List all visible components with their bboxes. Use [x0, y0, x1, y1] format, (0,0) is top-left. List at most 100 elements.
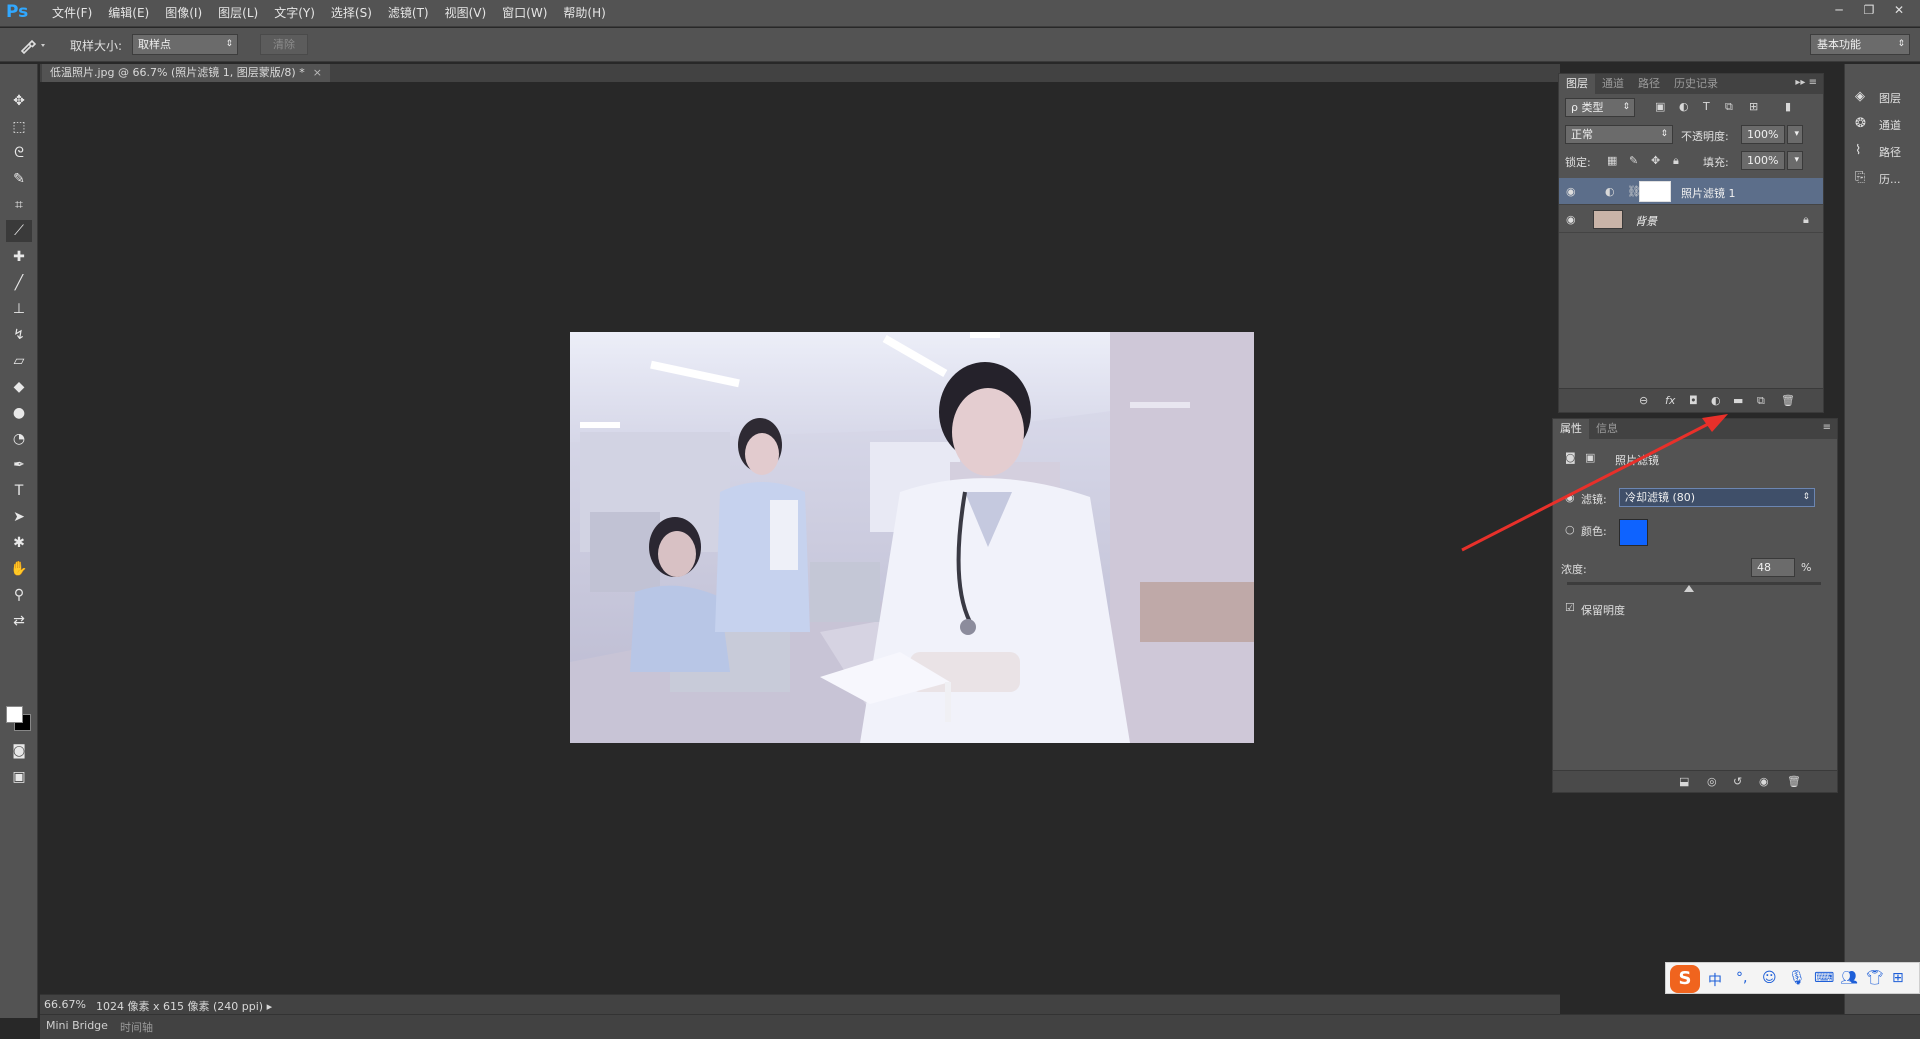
density-input[interactable]: 48	[1751, 558, 1795, 577]
healing-tool-icon[interactable]: ✚	[6, 246, 32, 268]
filter-radio[interactable]: ◉	[1565, 491, 1575, 504]
microphone-icon[interactable]: 🎙︎	[1788, 970, 1806, 986]
eyedropper-icon[interactable]	[16, 34, 52, 56]
shape-tool-icon[interactable]: ✱	[6, 532, 32, 554]
close-tab-icon[interactable]: ×	[313, 66, 322, 79]
reset-icon[interactable]: ↺	[1733, 775, 1742, 788]
stamp-tool-icon[interactable]: ⊥	[6, 298, 32, 320]
emoji-icon[interactable]: ☺	[1762, 970, 1777, 986]
clip-to-layer-icon[interactable]: ⬓	[1679, 775, 1689, 788]
layer-name[interactable]: 背景	[1635, 213, 1657, 229]
eyedropper-tool-icon[interactable]: ⟋	[6, 220, 32, 242]
lock-transparent-icon[interactable]: ▦	[1607, 154, 1617, 167]
folder-icon[interactable]: ▬	[1733, 394, 1743, 407]
punctuation-icon[interactable]: °,	[1736, 970, 1747, 986]
tab-paths[interactable]: 路径	[1631, 74, 1667, 94]
tab-channels[interactable]: 通道	[1595, 74, 1631, 94]
density-slider-track[interactable]	[1567, 582, 1821, 585]
blend-mode-select[interactable]: 正常 ⇕	[1565, 125, 1673, 144]
visibility-eye-icon[interactable]: ◉	[1566, 185, 1576, 198]
swap-colors-icon[interactable]: ⇄	[6, 610, 32, 632]
sample-size-select[interactable]: 取样点 ⇕	[132, 34, 238, 55]
pen-tool-icon[interactable]: ✒	[6, 454, 32, 476]
color-swatch[interactable]	[1619, 519, 1648, 546]
zoom-level[interactable]: 66.67%	[44, 998, 86, 1011]
tab-mini-bridge[interactable]: Mini Bridge	[46, 1019, 108, 1032]
canvas-area[interactable]	[40, 82, 1560, 996]
layer-name[interactable]: 照片滤镜 1	[1681, 185, 1736, 201]
menu-window[interactable]: 窗口(W)	[494, 0, 555, 27]
fill-dropdown[interactable]: ▾	[1787, 151, 1803, 170]
menu-help[interactable]: 帮助(H)	[555, 0, 613, 27]
menu-image[interactable]: 图像(I)	[157, 0, 210, 27]
close-button[interactable]: ✕	[1884, 0, 1914, 20]
color-radio[interactable]: ○	[1565, 523, 1575, 536]
lock-position-icon[interactable]: ✥	[1651, 154, 1660, 167]
skin-icon[interactable]: 👕︎	[1866, 970, 1884, 986]
quick-select-tool-icon[interactable]: ✎	[6, 168, 32, 190]
mask-icon[interactable]: ◘	[1689, 394, 1698, 407]
trash-icon[interactable]: 🗑︎	[1787, 775, 1801, 788]
tab-info[interactable]: 信息	[1589, 419, 1625, 439]
screen-mode-icon[interactable]: ▣	[6, 766, 32, 788]
dock-history[interactable]: ⎘ 历...	[1845, 165, 1919, 191]
tab-timeline[interactable]: 时间轴	[120, 1019, 153, 1035]
grid-icon[interactable]: ⊞	[1892, 970, 1904, 986]
dock-channels[interactable]: ❂ 通道	[1845, 111, 1919, 137]
preserve-checkbox[interactable]: ☑	[1565, 601, 1575, 614]
view-previous-icon[interactable]: ◎	[1707, 775, 1717, 788]
opacity-dropdown[interactable]: ▾	[1787, 125, 1803, 144]
keyboard-icon[interactable]: ⌨	[1814, 970, 1834, 986]
lock-all-icon[interactable]: 🔒︎	[1673, 154, 1679, 168]
filter-toggle-icon[interactable]: ▮	[1785, 100, 1791, 113]
blur-tool-icon[interactable]: ●	[6, 402, 32, 424]
filter-select[interactable]: 冷却滤镜 (80) ⇕	[1619, 488, 1815, 507]
foreground-color-swatch[interactable]	[6, 706, 23, 723]
path-select-tool-icon[interactable]: ➤	[6, 506, 32, 528]
panel-menu-icon[interactable]: ▸▸ ≡	[1795, 77, 1817, 88]
filter-smart-icon[interactable]: ⊞	[1749, 100, 1758, 113]
lock-pixels-icon[interactable]: ✎	[1629, 154, 1638, 167]
fill-input[interactable]: 100%	[1741, 151, 1785, 170]
filter-adjust-icon[interactable]: ◐	[1679, 100, 1689, 113]
tab-history[interactable]: 历史记录	[1667, 74, 1725, 94]
marquee-tool-icon[interactable]: ⬚	[6, 116, 32, 138]
panel-menu-icon[interactable]: ≡	[1823, 422, 1831, 433]
menu-layer[interactable]: 图层(L)	[210, 0, 266, 27]
filter-pixel-icon[interactable]: ▣	[1655, 100, 1665, 113]
fx-icon[interactable]: fx	[1665, 394, 1675, 407]
expand-arrow-icon[interactable]: ▸	[267, 1000, 273, 1013]
eraser-tool-icon[interactable]: ▱	[6, 350, 32, 372]
menu-type[interactable]: 文字(Y)	[266, 0, 323, 27]
clear-button[interactable]: 清除	[260, 34, 308, 55]
density-slider-thumb[interactable]	[1683, 585, 1694, 592]
mask-properties-icon[interactable]: ▣	[1585, 451, 1595, 464]
workspace-select[interactable]: 基本功能 ⇕	[1810, 34, 1910, 55]
sogou-logo[interactable]: S	[1670, 965, 1700, 993]
paint-bucket-tool-icon[interactable]: ◆	[6, 376, 32, 398]
opacity-input[interactable]: 100%	[1741, 125, 1785, 144]
tab-layers[interactable]: 图层	[1559, 74, 1595, 94]
filter-type-icon[interactable]: T	[1703, 100, 1710, 113]
quick-mask-icon[interactable]: ◙	[6, 740, 32, 762]
layer-row[interactable]: ◉ ◐ ⛓ 照片滤镜 1	[1559, 178, 1823, 205]
visibility-eye-icon[interactable]: ◉	[1566, 213, 1576, 226]
document-tab[interactable]: 低温照片.jpg @ 66.7% (照片滤镜 1, 图层蒙版/8) * ×	[42, 64, 330, 82]
dodge-tool-icon[interactable]: ◔	[6, 428, 32, 450]
menu-select[interactable]: 选择(S)	[323, 0, 380, 27]
trash-icon[interactable]: 🗑︎	[1781, 394, 1795, 407]
menu-edit[interactable]: 编辑(E)	[100, 0, 157, 27]
crop-tool-icon[interactable]: ⌗	[6, 194, 32, 216]
dock-paths[interactable]: ⌇ 路径	[1845, 138, 1919, 164]
user-icon[interactable]: 👥︎	[1840, 970, 1858, 986]
restore-button[interactable]: ❐	[1854, 0, 1884, 20]
move-tool-icon[interactable]: ✥	[6, 90, 32, 112]
ime-mode[interactable]: 中	[1708, 970, 1722, 990]
layer-mask-thumbnail[interactable]	[1639, 181, 1671, 202]
visibility-eye-icon[interactable]: ◉	[1759, 775, 1769, 788]
tab-properties[interactable]: 属性	[1553, 419, 1589, 439]
menu-view[interactable]: 视图(V)	[437, 0, 495, 27]
new-layer-icon[interactable]: ⧉	[1757, 394, 1765, 408]
layer-filter-select[interactable]: ρ 类型 ⇕	[1565, 98, 1635, 117]
lasso-tool-icon[interactable]: ᘓ	[6, 142, 32, 164]
